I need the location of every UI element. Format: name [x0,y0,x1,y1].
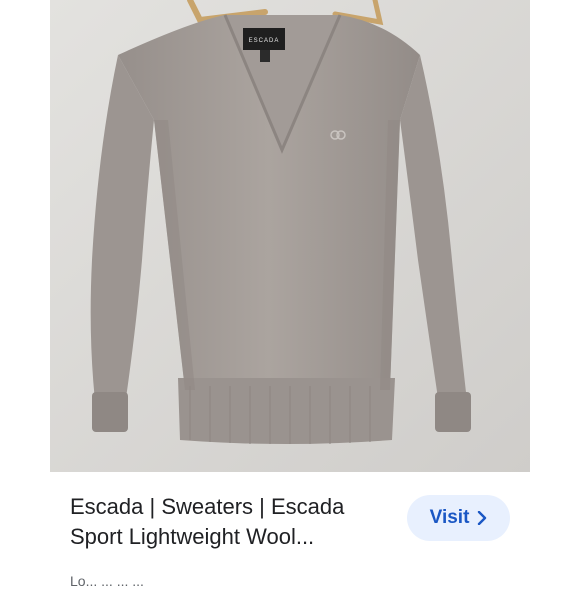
result-card: Escada | Sweaters | Escada Sport Lightwe… [50,472,530,589]
result-subtitle: Lo... ... ... ... [70,573,144,589]
product-title[interactable]: Escada | Sweaters | Escada Sport Lightwe… [70,492,380,552]
left-margin [0,0,50,580]
sweater-photo: ESCADA [50,0,530,472]
product-image[interactable]: ESCADA [50,0,530,472]
right-margin [530,0,580,580]
chevron-right-icon [478,511,487,525]
brand-label: ESCADA [249,38,280,44]
visit-button[interactable]: Visit [407,495,510,541]
visit-label: Visit [429,507,470,528]
